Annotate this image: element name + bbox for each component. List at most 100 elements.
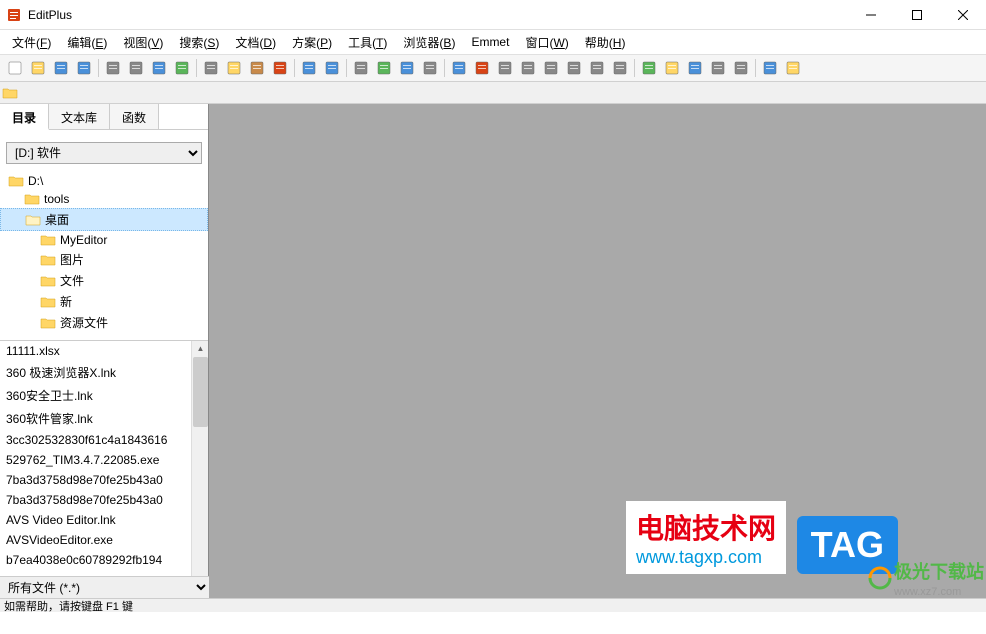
menu-item-8[interactable]: Emmet bbox=[463, 32, 517, 52]
watermark-text: 电脑技术网 bbox=[636, 507, 776, 547]
copy-button[interactable] bbox=[223, 57, 245, 79]
replace-button[interactable] bbox=[373, 57, 395, 79]
tile-vert-button[interactable] bbox=[730, 57, 752, 79]
drive-selector: [D:] 软件 bbox=[6, 142, 202, 164]
watermark-xz7: 极光下载站 www.xz7.com bbox=[866, 558, 984, 598]
file-item[interactable]: 7ba3d3758d98e70fe25b43a0 bbox=[0, 490, 208, 510]
minimize-button[interactable] bbox=[848, 0, 894, 30]
folder-item[interactable]: 桌面 bbox=[0, 208, 208, 231]
menu-item-3[interactable]: 搜索(S) bbox=[171, 31, 227, 54]
folder-icon bbox=[40, 295, 56, 309]
folder-item[interactable]: D:\ bbox=[0, 172, 208, 190]
menu-item-2[interactable]: 视图(V) bbox=[115, 31, 171, 54]
folder-tree[interactable]: D:\ tools 桌面 MyEditor 图片文件新资源文件 bbox=[0, 170, 208, 340]
toolbar-separator bbox=[444, 59, 445, 77]
window-controls bbox=[848, 0, 986, 30]
toolbar-separator bbox=[196, 59, 197, 77]
menu-item-7[interactable]: 浏览器(B) bbox=[395, 31, 463, 54]
save-all-button[interactable] bbox=[73, 57, 95, 79]
browser-view-button[interactable] bbox=[638, 57, 660, 79]
redo-button[interactable] bbox=[321, 57, 343, 79]
file-item[interactable]: 360安全卫士.lnk bbox=[0, 384, 208, 407]
delete-button[interactable] bbox=[269, 57, 291, 79]
file-list[interactable]: 11111.xlsx360 极速浏览器X.lnk360安全卫士.lnk360软件… bbox=[0, 340, 208, 598]
file-filter-dropdown[interactable]: 所有文件 (*.*) bbox=[0, 577, 209, 598]
file-item[interactable]: AVSVideoEditor.exe bbox=[0, 530, 208, 550]
menu-item-1[interactable]: 编辑(E) bbox=[59, 31, 115, 54]
document-tab-strip[interactable] bbox=[0, 82, 986, 104]
hex-button[interactable] bbox=[494, 57, 516, 79]
file-item[interactable]: 360软件管家.lnk bbox=[0, 407, 208, 430]
new-file-button[interactable] bbox=[4, 57, 26, 79]
file-item[interactable]: 7ba3d3758d98e70fe25b43a0 bbox=[0, 470, 208, 490]
sidebar-tab-2[interactable]: 函数 bbox=[110, 104, 159, 129]
app-icon bbox=[6, 7, 22, 23]
menu-item-5[interactable]: 方案(P) bbox=[284, 31, 340, 54]
menu-item-0[interactable]: 文件(F) bbox=[4, 31, 59, 54]
menu-item-9[interactable]: 窗口(W) bbox=[517, 31, 576, 54]
folder-item[interactable]: 资源文件 bbox=[0, 312, 208, 333]
print-button[interactable] bbox=[102, 57, 124, 79]
folder-label: MyEditor bbox=[60, 233, 107, 247]
folder-label: tools bbox=[44, 192, 69, 206]
word-wrap-button[interactable] bbox=[448, 57, 470, 79]
file-item[interactable]: 11111.xlsx bbox=[0, 341, 208, 361]
ruler-button[interactable] bbox=[586, 57, 608, 79]
toolbar-separator bbox=[755, 59, 756, 77]
goto-button[interactable] bbox=[396, 57, 418, 79]
drive-dropdown[interactable]: [D:] 软件 bbox=[6, 142, 202, 164]
save-button[interactable] bbox=[50, 57, 72, 79]
bold-button[interactable] bbox=[517, 57, 539, 79]
close-button[interactable] bbox=[940, 0, 986, 30]
scroll-thumb[interactable] bbox=[193, 357, 208, 427]
undo-button[interactable] bbox=[298, 57, 320, 79]
folder-item[interactable]: tools bbox=[0, 190, 208, 208]
toolbar-separator bbox=[98, 59, 99, 77]
file-item[interactable]: 529762_TIM3.4.7.22085.exe bbox=[0, 450, 208, 470]
find-button[interactable] bbox=[350, 57, 372, 79]
folder-label: 桌面 bbox=[45, 211, 69, 228]
toolbar-separator bbox=[294, 59, 295, 77]
folder-item[interactable]: 图片 bbox=[0, 249, 208, 270]
maximize-button[interactable] bbox=[894, 0, 940, 30]
menu-item-4[interactable]: 文档(D) bbox=[227, 31, 284, 54]
settings-button[interactable] bbox=[609, 57, 631, 79]
menu-item-10[interactable]: 帮助(H) bbox=[577, 31, 634, 54]
tile-horz-button[interactable] bbox=[707, 57, 729, 79]
folder-item[interactable]: 文件 bbox=[0, 270, 208, 291]
browser-reload-button[interactable] bbox=[684, 57, 706, 79]
folder-item[interactable]: 新 bbox=[0, 291, 208, 312]
help-arrow-button[interactable] bbox=[759, 57, 781, 79]
cut-button[interactable] bbox=[200, 57, 222, 79]
xz7-logo-icon bbox=[866, 564, 894, 592]
sidebar-tab-1[interactable]: 文本库 bbox=[49, 104, 110, 129]
file-list-scrollbar[interactable]: ▲ ▼ bbox=[191, 341, 208, 598]
sidebar-tab-0[interactable]: 目录 bbox=[0, 104, 49, 130]
file-filter: 所有文件 (*.*) bbox=[0, 576, 209, 598]
file-item[interactable]: 3cc302532830f61c4a1843616 bbox=[0, 430, 208, 450]
open-file-button[interactable] bbox=[27, 57, 49, 79]
sidebar: 目录文本库函数 [D:] 软件 D:\ tools 桌面 MyEditor 图片文件新资… bbox=[0, 104, 209, 598]
spell-button[interactable] bbox=[419, 57, 441, 79]
sidebar-tabs: 目录文本库函数 bbox=[0, 104, 208, 130]
menu-item-6[interactable]: 工具(T) bbox=[340, 31, 395, 54]
print-preview-button[interactable] bbox=[148, 57, 170, 79]
file-item[interactable]: AVS Video Editor.lnk bbox=[0, 510, 208, 530]
status-text: 如需帮助，请按键盘 F1 键 bbox=[4, 598, 133, 614]
folder-item[interactable]: MyEditor bbox=[0, 231, 208, 249]
font-button[interactable] bbox=[471, 57, 493, 79]
paste-button[interactable] bbox=[246, 57, 268, 79]
hex-view-button[interactable] bbox=[171, 57, 193, 79]
line-num-button[interactable] bbox=[563, 57, 585, 79]
browser-edit-button[interactable] bbox=[661, 57, 683, 79]
directory-button[interactable] bbox=[782, 57, 804, 79]
file-item[interactable]: b7ea4038e0c60789292fb194 bbox=[0, 550, 208, 570]
invisible-button[interactable] bbox=[540, 57, 562, 79]
watermark-tagxp: 电脑技术网 www.tagxp.com bbox=[626, 501, 786, 574]
preview-button[interactable] bbox=[125, 57, 147, 79]
file-item[interactable]: 360 极速浏览器X.lnk bbox=[0, 361, 208, 384]
folder-label: 新 bbox=[60, 293, 72, 310]
folder-icon bbox=[40, 316, 56, 330]
scroll-up-arrow[interactable]: ▲ bbox=[193, 341, 208, 356]
title-bar: EditPlus bbox=[0, 0, 986, 30]
